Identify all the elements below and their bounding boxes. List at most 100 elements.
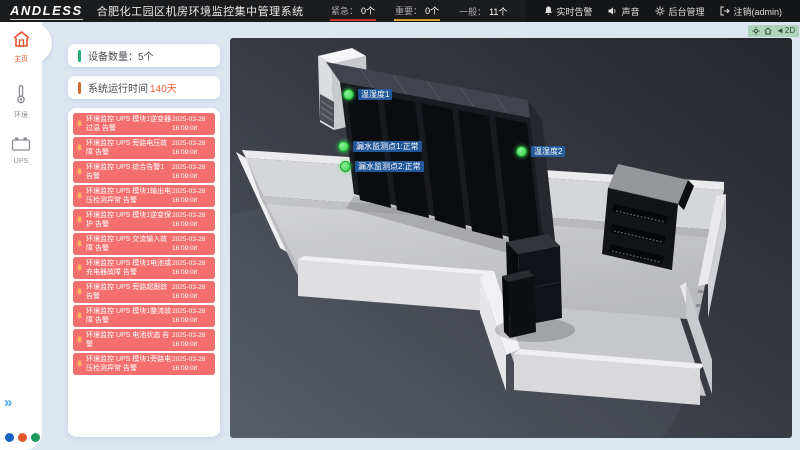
- sensor-label: 温湿度2: [531, 146, 565, 157]
- sidebar-item-home[interactable]: 主页: [0, 30, 42, 64]
- reset-view-button[interactable]: [764, 27, 772, 35]
- room-3d-canvas: [230, 38, 792, 438]
- alarm-row[interactable]: 环境监控 UPS 模块1逆变器过温 告警 2025-03-28 16:09:08: [73, 113, 215, 135]
- status-dot-blue[interactable]: [5, 433, 14, 442]
- alarm-datetime: 2025-03-28 16:09:08: [172, 307, 212, 325]
- switch-2d-button[interactable]: ◄2D: [776, 25, 795, 37]
- alarm-row[interactable]: 环境监控 UPS 交流输入故障 告警 2025-03-28 16:09:08: [73, 233, 215, 255]
- arrow-left-icon: ◄: [776, 25, 784, 37]
- alarm-bell-icon: [76, 216, 84, 224]
- alarm-bell-icon: [76, 240, 84, 248]
- system-title: 合肥化工园区机房环境监控集中管理系统: [97, 3, 304, 19]
- alarm-time: 16:09:08: [172, 364, 212, 373]
- alarm-count-general[interactable]: 一般： 11个: [458, 3, 508, 20]
- alarm-bell-icon: [76, 312, 84, 320]
- alarm-datetime: 2025-03-28 16:09:08: [172, 115, 212, 133]
- gear-icon: [655, 6, 665, 16]
- header-menu: 实时告警 声音 后台管理 注销(admin): [526, 0, 800, 22]
- sound-button[interactable]: 声音: [608, 5, 639, 18]
- realtime-alarm-button[interactable]: 实时告警: [544, 5, 592, 18]
- alarm-datetime: 2025-03-28 16:09:08: [172, 211, 212, 229]
- important-value: 0个: [425, 4, 439, 17]
- sensor-temp-humidity-1[interactable]: 温湿度1: [343, 89, 392, 100]
- alarm-bell-icon: [76, 144, 84, 152]
- alarm-row[interactable]: 环境监控 UPS 旁路超跟踪 告警 2025-03-28 16:09:08: [73, 281, 215, 303]
- sidebar-item-environment[interactable]: 环境: [0, 84, 42, 120]
- alarm-row[interactable]: 环境监控 UPS 综合告警1 告警 2025-03-28 16:09:08: [73, 161, 215, 183]
- alarm-text: 环境监控 UPS 模块1电池或充电器故障 告警: [86, 259, 172, 277]
- alarm-count-important[interactable]: 重要： 0个: [394, 2, 440, 21]
- alarm-date: 2025-03-28: [172, 235, 212, 244]
- battery-icon: [11, 136, 31, 152]
- alarm-date: 2025-03-28: [172, 331, 212, 340]
- alarm-row[interactable]: 环境监控 UPS 旁路电压故障 告警 2025-03-28 16:09:08: [73, 137, 215, 159]
- sensor-leak-2[interactable]: 漏水监测点2:正常: [340, 161, 424, 172]
- critical-label: 紧急：: [331, 4, 358, 17]
- home-icon: [764, 27, 772, 35]
- alarm-date: 2025-03-28: [172, 307, 212, 316]
- alarm-date: 2025-03-28: [172, 115, 212, 124]
- sidebar-item-ups-label: UPS: [0, 158, 42, 165]
- alarm-date: 2025-03-28: [172, 283, 212, 292]
- header-right: 紧急： 0个 重要： 0个 一般： 11个 实时告警 声音 后台管理: [330, 0, 800, 22]
- alarm-count-critical[interactable]: 紧急： 0个: [330, 2, 376, 21]
- alarm-text: 环境监控 UPS 模块1旁路电压检测异常 告警: [86, 355, 172, 373]
- alarm-row[interactable]: 环境监控 UPS 模块1逆变保护 告警 2025-03-28 16:09:08: [73, 209, 215, 231]
- uptime-accent-bar: [78, 82, 81, 94]
- sidebar-expand-button[interactable]: »: [4, 398, 12, 408]
- alarm-time: 16:09:08: [172, 124, 212, 133]
- logout-label: 注销(admin): [733, 5, 782, 18]
- sensor-status-dot: [340, 161, 351, 172]
- alarm-row[interactable]: 环境监控 UPS 模块1电池或充电器故障 告警 2025-03-28 16:09…: [73, 257, 215, 279]
- alarm-date: 2025-03-28: [172, 211, 212, 220]
- sidebar: 主页 环境 UPS »: [0, 22, 42, 450]
- alarm-time: 16:09:08: [172, 172, 212, 181]
- alarm-row[interactable]: 环境监控 UPS 模块1整流故障 告警 2025-03-28 16:09:08: [73, 305, 215, 327]
- sensor-label: 漏水监测点1:正常: [353, 141, 422, 152]
- alarm-row[interactable]: 环境监控 UPS 模块1旁路电压检测异常 告警 2025-03-28 16:09…: [73, 353, 215, 375]
- alarm-datetime: 2025-03-28 16:09:08: [172, 187, 212, 205]
- alarm-text: 环境监控 UPS 模块1整流故障 告警: [86, 307, 172, 325]
- sidebar-status-dots: [5, 433, 40, 442]
- alarm-text: 环境监控 UPS 电池状态 告警: [86, 331, 172, 349]
- sensor-status-dot: [516, 146, 527, 157]
- admin-console-button[interactable]: 后台管理: [655, 5, 704, 18]
- sound-label: 声音: [621, 5, 639, 18]
- sensor-label: 漏水监测点2:正常: [355, 161, 424, 172]
- alarm-time: 16:09:08: [172, 340, 212, 349]
- device-count-card: 设备数量： 5个: [68, 44, 220, 67]
- alarm-time: 16:09:08: [172, 148, 212, 157]
- alarm-bell-icon: [76, 120, 84, 128]
- alarm-text: 环境监控 UPS 模块1逆变保护 告警: [86, 211, 172, 229]
- sensor-label: 温湿度1: [358, 89, 392, 100]
- sensor-leak-1[interactable]: 漏水监测点1:正常: [338, 141, 422, 152]
- alarm-datetime: 2025-03-28 16:09:08: [172, 283, 212, 301]
- alarm-datetime: 2025-03-28 16:09:08: [172, 259, 212, 277]
- sidebar-item-ups[interactable]: UPS: [0, 136, 42, 165]
- logout-button[interactable]: 注销(admin): [720, 5, 782, 18]
- alarm-bell-icon: [76, 168, 84, 176]
- sensor-status-dot: [343, 89, 354, 100]
- uptime-label: 系统运行时间: [88, 80, 148, 95]
- realtime-alarm-label: 实时告警: [556, 5, 592, 18]
- status-dot-green[interactable]: [31, 433, 40, 442]
- scene-settings-button[interactable]: [752, 27, 760, 35]
- scene-toolbar: ◄2D: [748, 25, 799, 37]
- alarm-bell-icon: [76, 192, 84, 200]
- alarm-text: 环境监控 UPS 模块1逆变器过温 告警: [86, 115, 172, 133]
- bell-icon: [544, 6, 553, 16]
- room-3d-view[interactable]: 温湿度1 漏水监测点1:正常 漏水监测点2:正常 温湿度2: [230, 38, 792, 438]
- thermometer-icon: [13, 84, 29, 104]
- important-label: 重要：: [395, 4, 422, 17]
- alarm-row[interactable]: 环境监控 UPS 模块1输出电压检测异常 告警 2025-03-28 16:09…: [73, 185, 215, 207]
- alarm-datetime: 2025-03-28 16:09:08: [172, 331, 212, 349]
- mode-2d-label: 2D: [785, 25, 795, 37]
- sensor-temp-humidity-2[interactable]: 温湿度2: [516, 146, 565, 157]
- alarm-list[interactable]: 环境监控 UPS 模块1逆变器过温 告警 2025-03-28 16:09:08…: [68, 108, 220, 437]
- logout-icon: [720, 6, 730, 16]
- critical-value: 0个: [361, 4, 375, 17]
- alarm-time: 16:09:08: [172, 292, 212, 301]
- status-dot-orange[interactable]: [18, 433, 27, 442]
- alarm-row[interactable]: 环境监控 UPS 电池状态 告警 2025-03-28 16:09:08: [73, 329, 215, 351]
- alarm-time: 16:09:08: [172, 268, 212, 277]
